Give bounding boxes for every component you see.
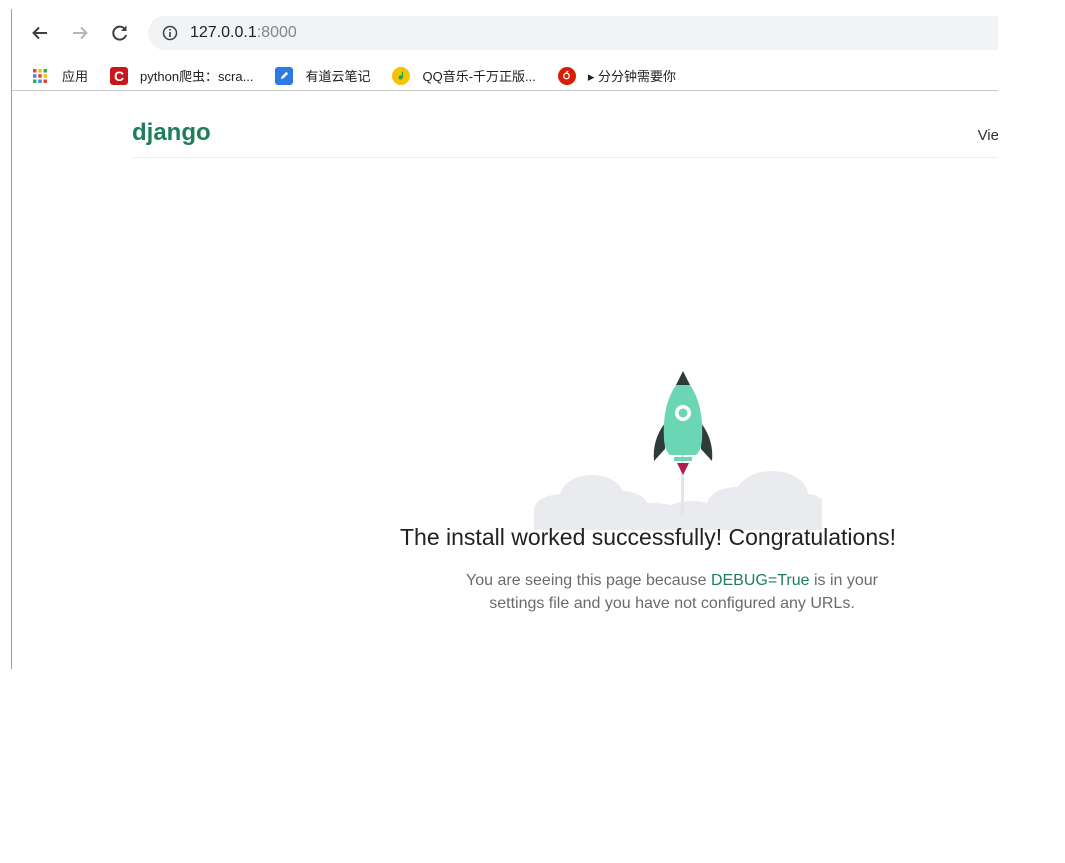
- forward-arrow-icon: [73, 26, 88, 40]
- bookmark-qqmusic[interactable]: QQ音乐-千万正版...: [392, 64, 536, 88]
- url-host: 127.0.0.1: [190, 24, 257, 41]
- browser-window: 127.0.0.1:8000 应用 C python爬虫：scra... 有道云…: [11, 9, 998, 669]
- rocket-nozzle: [674, 457, 692, 461]
- rocket-illustration: [534, 371, 822, 531]
- rocket-flame: [677, 463, 689, 475]
- page-content: django Vie The install worked successful…: [12, 95, 998, 669]
- left-fin: [653, 423, 665, 461]
- bookmark-apps[interactable]: 应用: [32, 64, 88, 88]
- url-port: :8000: [256, 24, 297, 41]
- django-logo[interactable]: django: [132, 119, 211, 147]
- qq-music-icon: [392, 66, 411, 85]
- cloud-shapes: [534, 471, 822, 531]
- bookmark-csdn[interactable]: C python爬虫：scra...: [110, 64, 253, 88]
- csdn-icon: C: [110, 66, 129, 85]
- reload-button[interactable]: [108, 21, 132, 45]
- bookmark-label: 应用: [62, 69, 89, 84]
- bookmark-youdao[interactable]: 有道云笔记: [275, 64, 370, 88]
- release-notes-link[interactable]: Vie: [978, 127, 998, 144]
- nose-cone: [676, 371, 690, 385]
- success-headline: The install worked successfully! Congrat…: [400, 524, 897, 550]
- apps-grid-icon: [32, 68, 48, 84]
- django-header: django Vie: [132, 95, 998, 158]
- bookmarks-bar: 应用 C python爬虫：scra... 有道云笔记 QQ音乐-千万正版...…: [12, 61, 998, 91]
- youdao-note-icon: [275, 66, 294, 85]
- url-text[interactable]: 127.0.0.1:8000: [190, 24, 297, 42]
- right-fin: [701, 423, 713, 461]
- reload-icon: [112, 25, 127, 41]
- info-icon[interactable]: [162, 25, 178, 41]
- address-bar[interactable]: 127.0.0.1:8000: [148, 16, 998, 50]
- subtext-part: You are seeing this page because: [466, 572, 711, 589]
- back-arrow-icon: [32, 26, 47, 40]
- success-subtext: You are seeing this page because DEBUG=T…: [452, 569, 892, 615]
- browser-toolbar: 127.0.0.1:8000: [12, 9, 998, 57]
- bookmark-label: QQ音乐-千万正版...: [422, 69, 536, 84]
- bookmark-label: ▸ 分分钟需要你: [587, 69, 676, 84]
- bookmark-netease[interactable]: ▸ 分分钟需要你: [557, 64, 676, 88]
- bookmark-label: 有道云笔记: [305, 69, 371, 84]
- bookmark-label: python爬虫：scra...: [140, 69, 254, 84]
- netease-music-icon: [557, 66, 576, 85]
- back-button[interactable]: [28, 21, 52, 45]
- forward-button[interactable]: [68, 21, 92, 45]
- debug-setting: DEBUG=True: [710, 572, 810, 589]
